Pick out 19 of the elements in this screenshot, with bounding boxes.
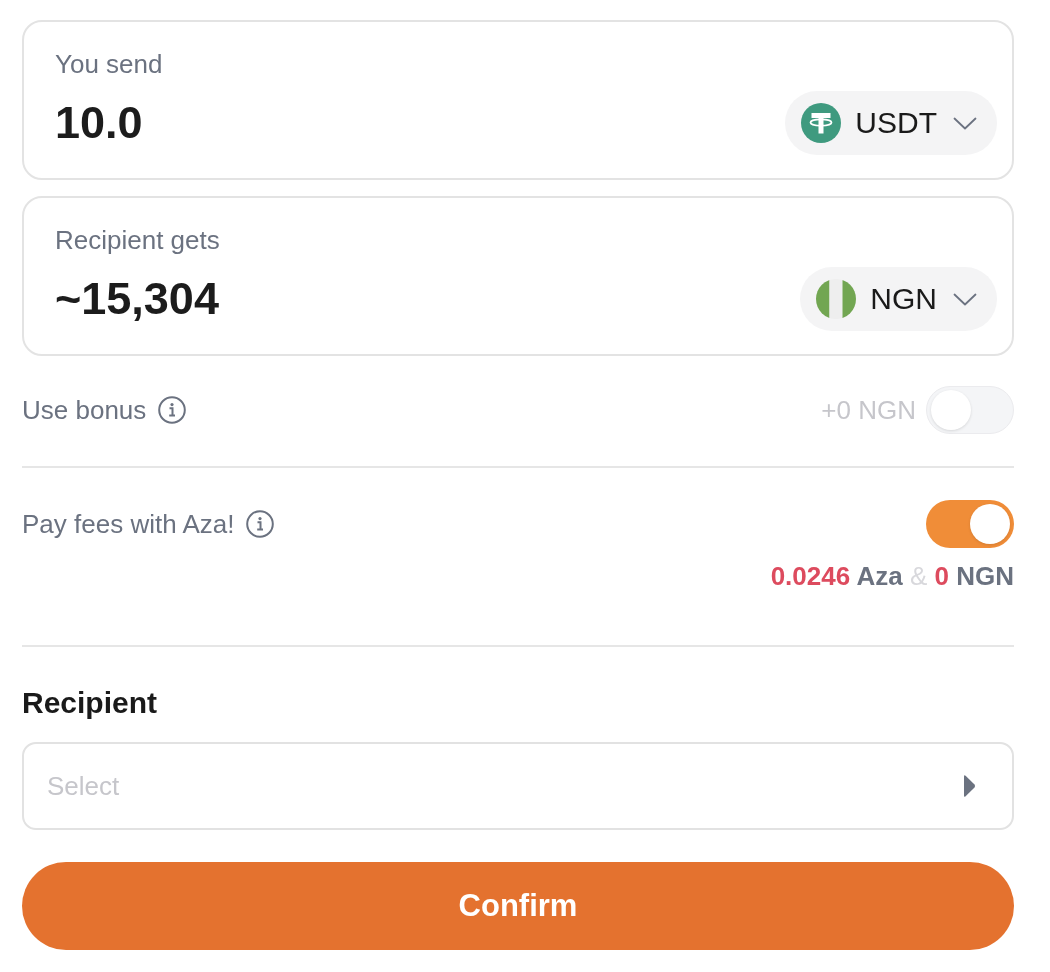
amount-label: Recipient gets [55, 224, 220, 256]
info-icon[interactable] [246, 510, 275, 538]
flag-icon [816, 279, 857, 319]
section-heading: Recipient [22, 685, 158, 721]
amount-value: ~15,304 [55, 272, 219, 326]
toggle-switch[interactable] [926, 500, 1014, 548]
coin-icon [801, 103, 842, 143]
option-label: Pay fees with Aza! [22, 508, 235, 540]
currency-selector[interactable]: USDT [785, 91, 997, 155]
fee-amount: 0.0246 Aza & 0 NGN [770, 560, 1014, 592]
amount-input[interactable]: 10.0 [55, 95, 143, 151]
chevron-down-icon [953, 292, 977, 306]
currency-selector[interactable]: NGN [800, 267, 997, 331]
amount-label: You send [55, 48, 163, 80]
bonus-amount: +0 NGN [821, 394, 916, 426]
chevron-down-icon [953, 116, 977, 130]
option-label: Use bonus [22, 394, 147, 426]
caret-right-icon [962, 774, 976, 798]
info-icon[interactable] [158, 396, 187, 424]
